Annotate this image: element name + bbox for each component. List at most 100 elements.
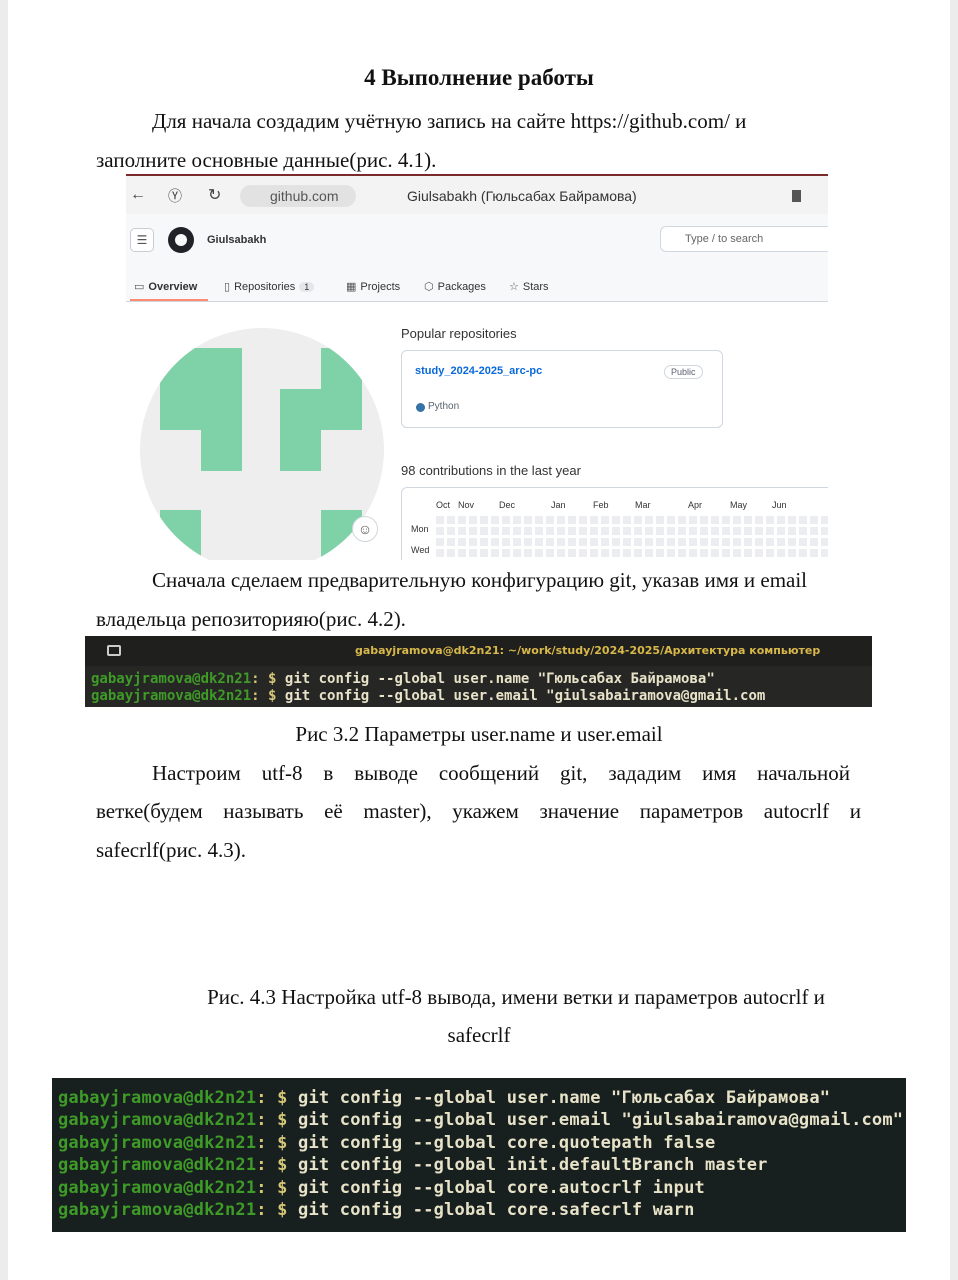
avatar-block	[280, 389, 362, 430]
prompt-user: gabayjramova@dk2n21	[91, 688, 252, 704]
section-heading: 4 Выполнение работы	[364, 65, 594, 90]
terminal-screenshot-2: gabayjramova@dk2n21 : $ git config --glob…	[52, 1078, 906, 1232]
paragraph-3-line-1: Настроим utf-8 в выводе сообщений git, з…	[152, 761, 850, 785]
prompt-user: gabayjramova@dk2n21	[58, 1155, 257, 1175]
word: и	[849, 799, 861, 823]
word: ветке(будем	[96, 799, 203, 823]
tab-label: Packages	[437, 281, 486, 293]
day-label: Mon	[411, 524, 429, 534]
terminal-line: gabayjramova@dk2n21: $ git config --glob…	[58, 1155, 768, 1175]
github-header: ☰ Giulsabakh ⚲ Type / to search ▭Overvie…	[126, 214, 828, 302]
word: имя	[702, 761, 737, 785]
cell-row	[436, 538, 828, 546]
terminal-line: gabayjramova@dk2n21: $ git config --glob…	[58, 1133, 715, 1153]
prompt-separator: : $	[256, 1178, 288, 1198]
prompt-separator: : $	[251, 671, 277, 687]
paragraph-3-line-3: safecrlf(рис. 4.3).	[96, 838, 246, 862]
visibility-badge: Public	[664, 365, 703, 379]
month-label: Mar	[635, 500, 651, 510]
package-icon: ⬡	[424, 281, 434, 293]
word: Настроим	[152, 761, 241, 785]
command-text: git config --global core.quotepath false	[298, 1133, 716, 1153]
word: git,	[559, 761, 588, 785]
back-arrow-icon[interactable]: ←	[130, 186, 146, 204]
command-text: git config --global core.autocrlf input	[298, 1178, 705, 1198]
hamburger-menu-icon[interactable]: ☰	[130, 228, 154, 252]
paragraph-1-line-2: заполните основные данные(рис. 4.1).	[96, 148, 437, 172]
tab-projects[interactable]: ▦ Projects	[346, 280, 400, 293]
word: её	[324, 799, 343, 823]
tab-overview[interactable]: ▭ Overview	[134, 280, 197, 293]
reload-icon[interactable]: ↻	[208, 185, 221, 205]
prompt-user: gabayjramova@dk2n21	[58, 1110, 257, 1130]
terminal-titlebar: gabayjramova@dk2n21: ~/work/study/2024-2…	[85, 636, 872, 666]
figure-caption-3-line-2: safecrlf	[447, 1023, 511, 1047]
month-label: Oct	[436, 500, 451, 510]
github-logo-icon[interactable]	[168, 227, 194, 253]
active-tab-indicator	[130, 299, 208, 301]
word: сообщений	[438, 761, 540, 785]
tab-repositories[interactable]: ▯ Repositories 1	[224, 280, 315, 293]
github-profile-screenshot: ← Ⓨ ↻ github.com Giulsabakh (Гюльсабах Б…	[126, 174, 828, 560]
avatar-block	[201, 389, 242, 471]
paragraph-1-line-1: Для начала создадим учётную запись на са…	[152, 109, 747, 133]
repo-link[interactable]: study_2024-2025_arc-pc	[415, 365, 542, 377]
tab-label: Stars	[522, 281, 549, 293]
prompt-user: gabayjramova@dk2n21	[58, 1133, 257, 1153]
command-text: git config --global user.name "Гюльсабах…	[284, 671, 715, 687]
prompt-separator: : $	[251, 688, 277, 704]
star-icon: ☆	[509, 281, 519, 293]
terminal-tab-icon	[107, 645, 121, 656]
word: в	[323, 761, 334, 785]
username-link[interactable]: Giulsabakh	[207, 234, 266, 246]
bookmark-icon[interactable]	[792, 190, 801, 202]
search-input[interactable]: Type / to search	[660, 226, 828, 252]
cell-row	[436, 527, 828, 535]
command-text: git config --global init.defaultBranch m…	[298, 1155, 768, 1175]
word: начальной	[757, 761, 850, 785]
tab-label: Overview	[148, 281, 198, 293]
figure-caption-2: Рис 3.2 Параметры user.name и user.email	[295, 722, 663, 746]
word: master),	[363, 799, 432, 823]
word: параметров	[639, 799, 744, 823]
repo-count-badge: 1	[299, 282, 315, 292]
repo-icon: ▯	[224, 281, 231, 293]
month-label: Apr	[688, 500, 703, 510]
page-title: Giulsabakh (Гюльсабах Байрамова)	[407, 188, 637, 204]
word: зададим	[608, 761, 682, 785]
word: выводе	[354, 761, 418, 785]
yandex-icon[interactable]: Ⓨ	[168, 186, 182, 206]
word: называть	[223, 799, 304, 823]
paragraph-3-line-2: ветке(будем называть её master), укажем …	[96, 799, 861, 823]
terminal-line: gabayjramova@dk2n21: $ git config --glob…	[91, 688, 765, 704]
address-bar[interactable]: github.com	[240, 185, 356, 207]
profile-tabs: ▭ Overview ▯ Repositories 1 ▦ Projects ⬡ Pack…	[126, 272, 828, 302]
tab-stars[interactable]: ☆ Stars	[509, 280, 549, 293]
avatar[interactable]	[140, 328, 384, 560]
paragraph-2-line-1: Сначала сделаем предварительную конфигур…	[152, 568, 808, 592]
terminal-line: gabayjramova@dk2n21: $ git config --glob…	[58, 1200, 695, 1220]
avatar-block	[280, 430, 321, 471]
paragraph-2-line-2: владельца репозиторияю(рис. 4.2).	[96, 607, 406, 631]
month-label: Feb	[593, 500, 609, 510]
cell-row	[436, 549, 828, 557]
popular-repositories-title: Popular repositories	[401, 326, 517, 341]
book-icon: ▭	[134, 281, 145, 293]
tab-label: Repositories	[234, 281, 296, 293]
month-label: Nov	[458, 500, 475, 510]
command-text: git config --global user.email "giulsaba…	[284, 688, 766, 704]
language-color-dot	[416, 403, 425, 412]
month-label: Jun	[772, 500, 787, 510]
avatar-block	[160, 510, 201, 560]
month-label: Dec	[499, 500, 516, 510]
cell-row	[436, 516, 828, 524]
terminal-line: gabayjramova@dk2n21: $ git config --glob…	[58, 1110, 903, 1130]
month-label: Jan	[551, 500, 566, 510]
tab-packages[interactable]: ⬡ Packages	[424, 280, 486, 293]
terminal-line: gabayjramova@dk2n21: $ git config --glob…	[58, 1088, 830, 1108]
command-text: git config --global core.safecrlf warn	[298, 1200, 695, 1220]
figure-caption-3-line-1: Рис. 4.3 Настройка utf-8 вывода, имени в…	[207, 985, 825, 1009]
smiley-icon[interactable]: ☺	[352, 516, 378, 542]
word: utf-8	[261, 761, 303, 785]
repo-language: Python	[428, 401, 460, 412]
